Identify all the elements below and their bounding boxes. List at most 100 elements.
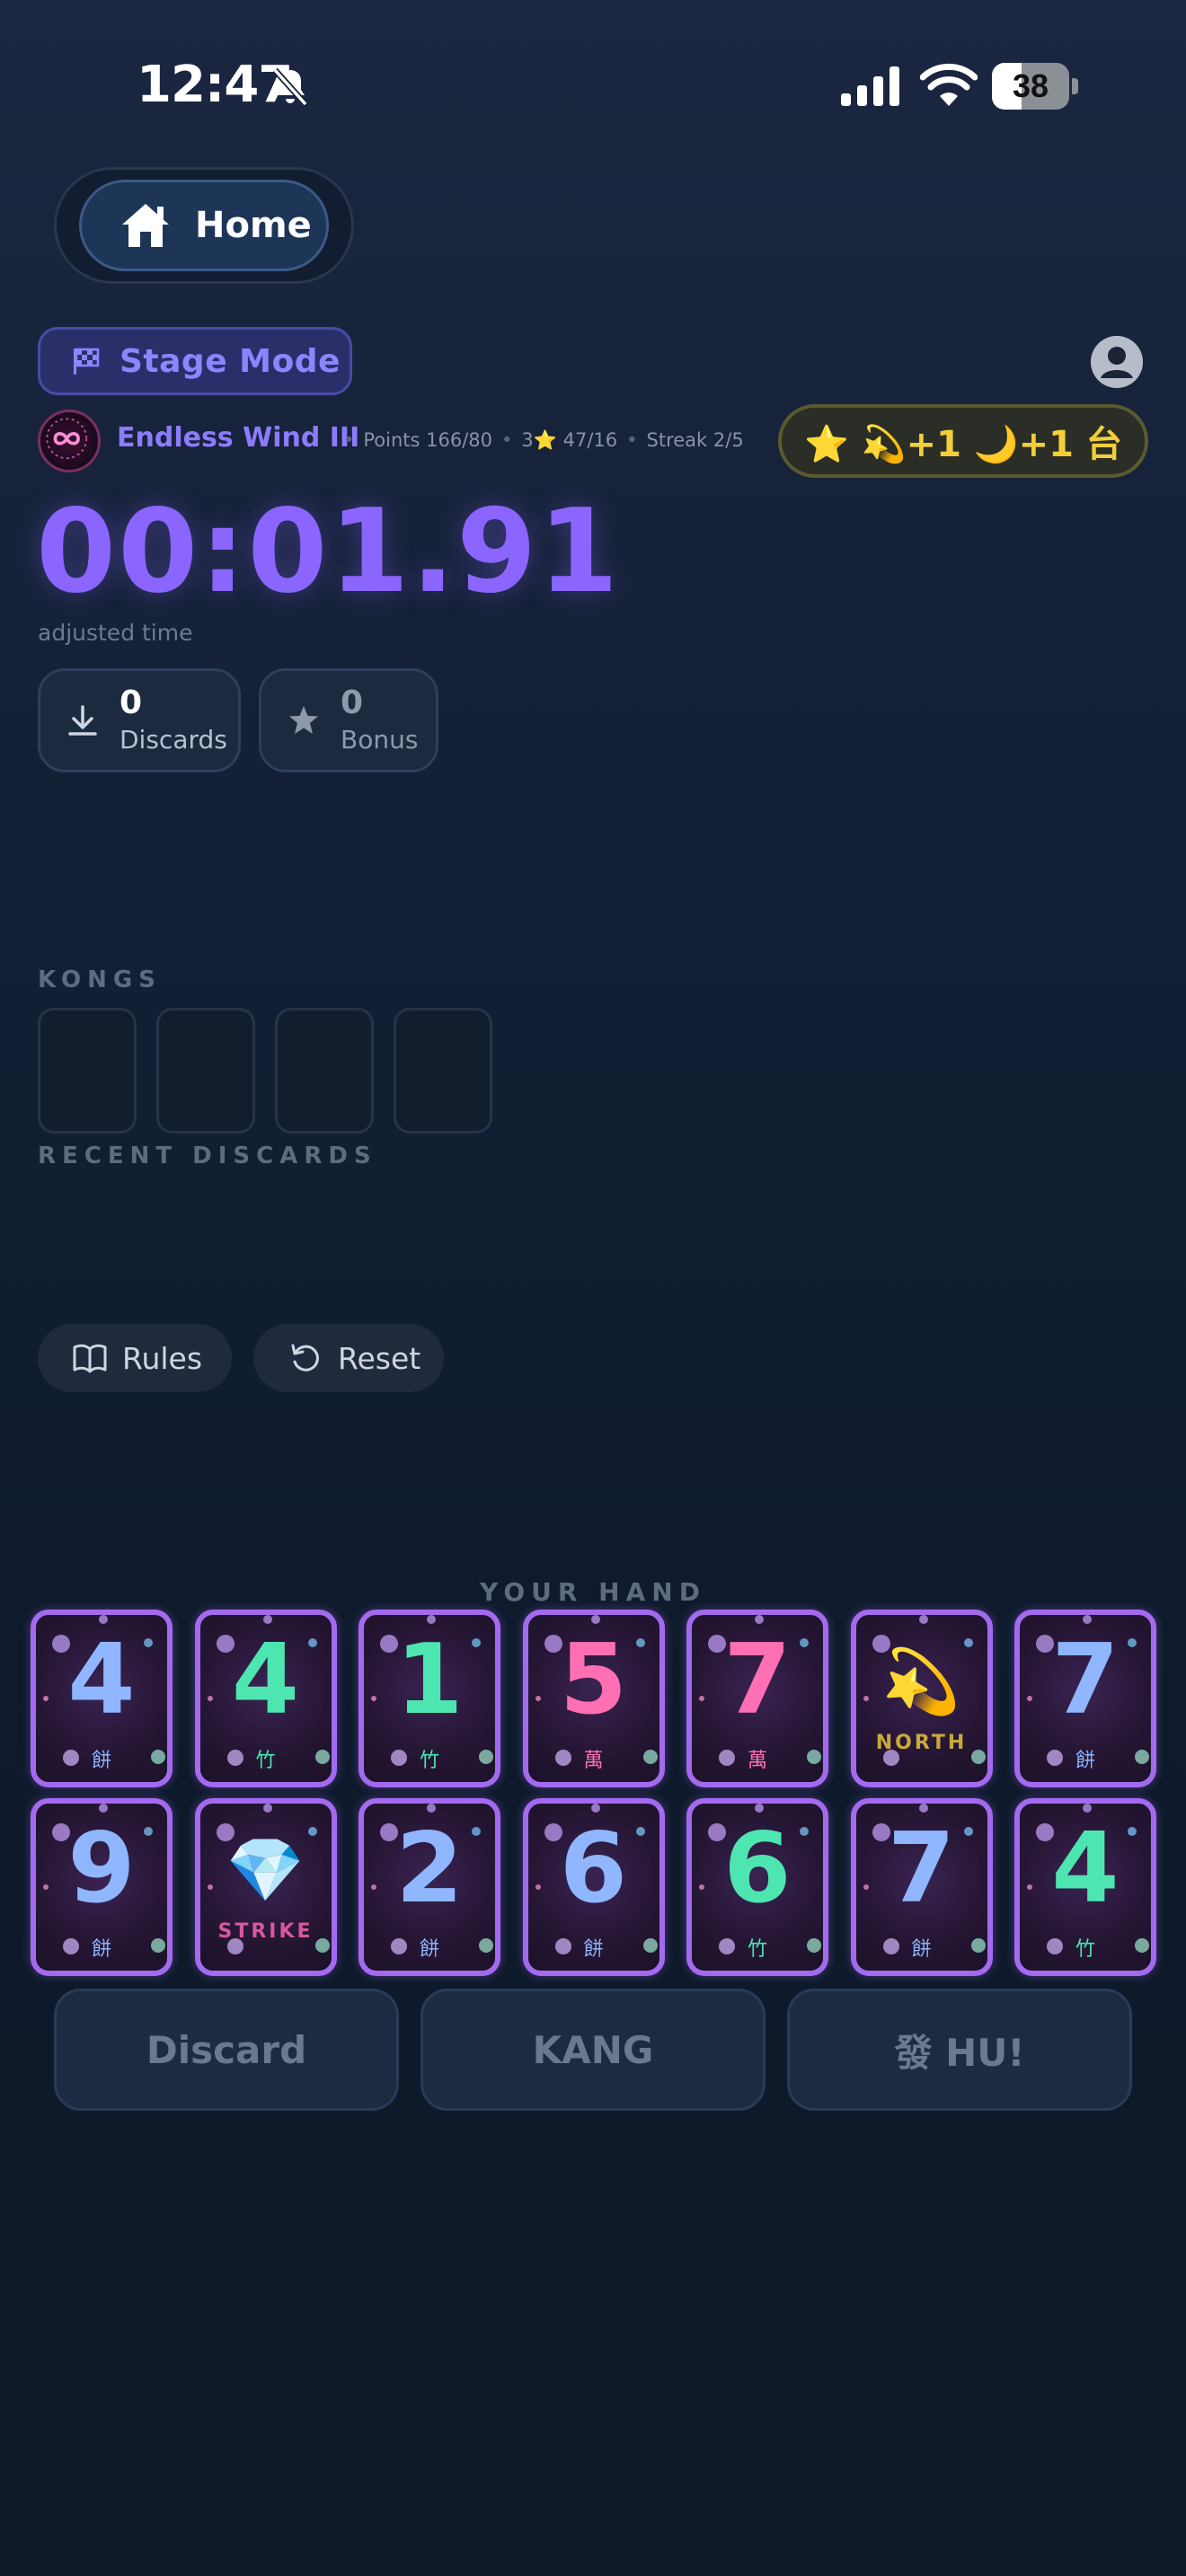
tile-value: 6 (559, 1813, 628, 1925)
tile-value: 4 (1051, 1813, 1120, 1925)
battery-level: 38 (1012, 67, 1049, 104)
tile-value: 2 (395, 1813, 464, 1925)
recent-discards-heading: RECENT DISCARDS (38, 1142, 377, 1169)
tile-decoration (590, 1615, 600, 1624)
hand-tile[interactable]: 4餅 (31, 1610, 173, 1787)
hand-tile[interactable]: 7餅 (1014, 1610, 1156, 1787)
tile-label: NORTH (875, 1732, 968, 1754)
stage-mode-label: Stage Mode (119, 342, 341, 380)
reset-label: Reset (338, 1340, 421, 1376)
tile-decoration (427, 1615, 436, 1624)
stage-points: Points 166/80 (363, 429, 493, 451)
bonus-multiplier-badge: ⭐ 💫+1 🌙+1 台 (778, 404, 1148, 478)
tile-value: 9 (67, 1813, 136, 1925)
hand-tile[interactable]: 5萬 (522, 1610, 665, 1787)
download-arrow-icon (68, 705, 97, 736)
tile-decoration (755, 1804, 764, 1813)
discards-stat: 0 Discards (38, 668, 241, 772)
tile-value: 7 (1051, 1624, 1120, 1736)
tile-value: 7 (723, 1624, 792, 1736)
star-icon (289, 706, 318, 734)
bonus-count: 0 (341, 684, 364, 721)
meta-separator: • (626, 429, 638, 451)
home-label: Home (195, 205, 312, 246)
meta-separator: • (343, 429, 355, 451)
tile-suit: 萬 (583, 1750, 604, 1772)
kongs-heading: KONGS (38, 966, 162, 993)
tile-decoration (99, 1615, 108, 1624)
book-icon (73, 1344, 107, 1373)
reset-button[interactable]: Reset (253, 1324, 444, 1392)
house-icon (122, 204, 169, 247)
tile-decoration (262, 1615, 272, 1624)
tile-suit: 竹 (419, 1750, 439, 1772)
hand-tile[interactable]: 1竹 (358, 1610, 500, 1787)
wifi-icon (920, 63, 978, 106)
hu-button[interactable]: 發 HU! (787, 1989, 1132, 2111)
tile-value: 4 (231, 1624, 300, 1736)
tile-decoration (1083, 1804, 1092, 1813)
profile-avatar-icon[interactable] (1091, 336, 1143, 388)
tile-suit: 餅 (419, 1938, 439, 1961)
tile-suit: 餅 (583, 1938, 604, 1961)
infinity-logo-icon (38, 410, 101, 472)
signal-icon (841, 66, 899, 106)
tile-decoration (1083, 1615, 1092, 1624)
discards-label: Discards (119, 725, 227, 754)
tile-value: 4 (67, 1624, 136, 1736)
kong-slot (394, 1008, 492, 1134)
hand-tile[interactable]: 2餅 (358, 1798, 500, 1976)
rules-button[interactable]: Rules (38, 1324, 232, 1392)
kong-slot (156, 1008, 255, 1134)
hand-tile[interactable]: 6竹 (686, 1798, 828, 1976)
kang-button[interactable]: KANG (420, 1989, 766, 2111)
discards-count: 0 (119, 684, 143, 721)
hand-tile[interactable]: 7萬 (686, 1610, 828, 1787)
flag-icon (74, 348, 100, 375)
tile-value: 5 (559, 1624, 628, 1736)
tile-decoration (918, 1615, 928, 1624)
bonus-label: Bonus (341, 725, 419, 754)
tile-suit: 萬 (747, 1750, 767, 1772)
stage-name: Endless Wind III (117, 422, 360, 454)
hand-tile[interactable]: 💎 STRIKE (194, 1798, 337, 1976)
tile-label: STRIKE (217, 1920, 314, 1943)
bell-off-icon (272, 67, 308, 107)
stage-streak: Streak 2/5 (646, 429, 744, 451)
tile-decoration (99, 1804, 108, 1813)
home-button[interactable]: Home (79, 180, 329, 271)
your-hand-heading: YOUR HAND (480, 1577, 706, 1607)
hand-tile[interactable]: 7餅 (850, 1798, 993, 1976)
tile-value: 6 (723, 1813, 792, 1925)
stage-stars: 3⭐ 47/16 (521, 429, 618, 451)
battery-indicator: 38 (992, 63, 1078, 110)
hand-tile[interactable]: 💫 NORTH (850, 1610, 993, 1787)
tile-suit: 竹 (255, 1750, 276, 1772)
hand-tile[interactable]: 9餅 (31, 1798, 173, 1976)
hand-tile[interactable]: 4竹 (194, 1610, 337, 1787)
meta-separator: • (501, 429, 513, 451)
tile-suit: 餅 (91, 1750, 111, 1772)
timer-caption: adjusted time (38, 620, 193, 646)
tile-decoration (755, 1615, 764, 1624)
tile-suit: 餅 (1075, 1750, 1095, 1772)
tile-suit: 竹 (1075, 1938, 1095, 1961)
bonus-stat: 0 Bonus (259, 668, 438, 772)
hand-tile[interactable]: 4竹 (1014, 1798, 1156, 1976)
kong-slot (275, 1008, 374, 1134)
stage-meta: • Points 166/80 • 3⭐ 47/16 • Streak 2/5 (343, 429, 744, 452)
hand-tile[interactable]: 6餅 (522, 1798, 665, 1976)
timer-display: 00:01.91 (36, 485, 621, 619)
tile-decoration (590, 1804, 600, 1813)
tile-emblem: 💎 (226, 1833, 305, 1907)
reset-icon (291, 1344, 319, 1372)
tile-decoration (427, 1804, 436, 1813)
rules-label: Rules (122, 1340, 203, 1376)
kong-slot (38, 1008, 137, 1134)
tile-value: 1 (395, 1624, 464, 1736)
tile-decoration (262, 1804, 272, 1813)
discard-button[interactable]: Discard (54, 1989, 399, 2111)
tile-emblem: 💫 (881, 1645, 961, 1718)
stage-mode-badge[interactable]: Stage Mode (38, 327, 352, 395)
tile-decoration (918, 1804, 928, 1813)
